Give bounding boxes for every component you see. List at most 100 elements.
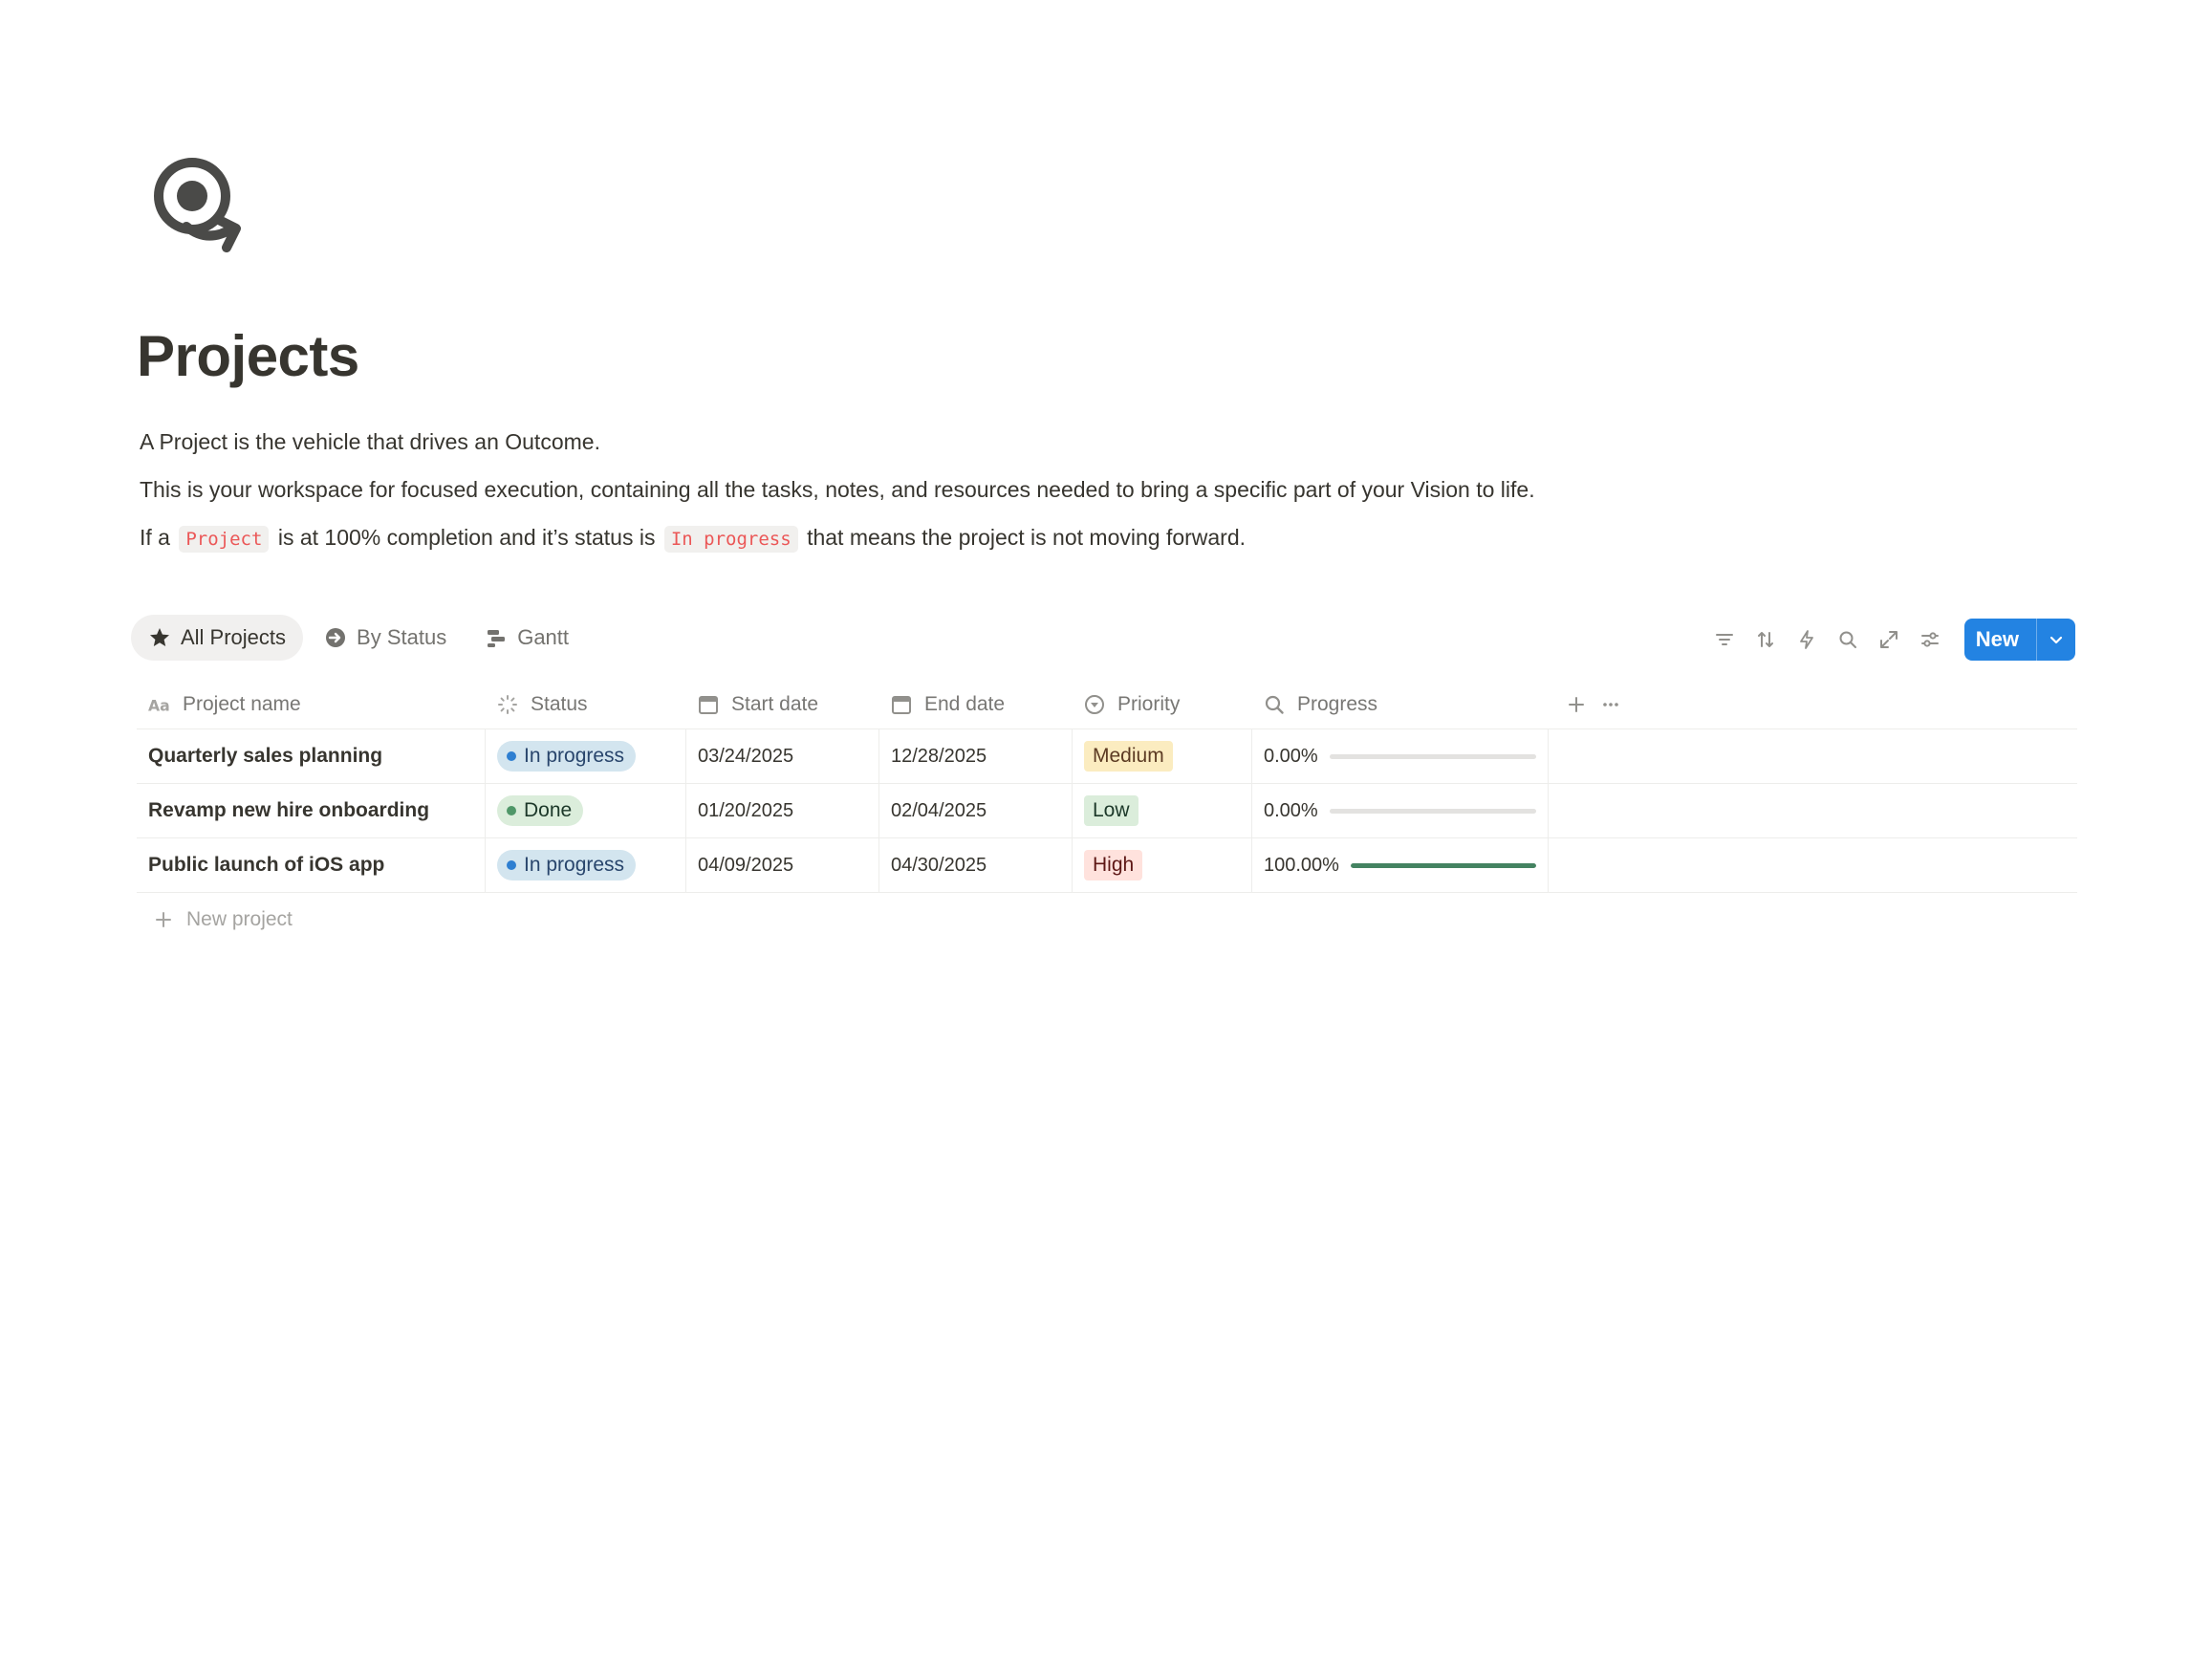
- column-label: Progress: [1297, 693, 1378, 715]
- end-date: 02/04/2025: [891, 799, 987, 821]
- new-button[interactable]: New: [1963, 619, 2075, 661]
- column-label: End date: [924, 693, 1006, 715]
- project-name-cell[interactable]: Revamp new hire onboarding: [137, 784, 485, 837]
- start-date: 03/24/2025: [698, 745, 794, 767]
- status-cell[interactable]: In progress: [485, 838, 685, 892]
- inline-code: Project: [179, 526, 270, 553]
- status-dot-icon: [507, 860, 516, 870]
- new-project-button[interactable]: New project: [137, 893, 2077, 946]
- page-description-line: If a Project is at 100% completion and i…: [140, 525, 1247, 553]
- page-title: Projects: [137, 324, 359, 388]
- new-project-label: New project: [186, 908, 293, 930]
- arrow-circle-icon: [324, 626, 347, 649]
- project-name[interactable]: Quarterly sales planning: [148, 745, 382, 768]
- column-header-priority[interactable]: Priority: [1072, 681, 1251, 728]
- progress-indicator: 0.00%: [1264, 746, 1548, 768]
- desc-text: that means the project is not moving for…: [807, 525, 1247, 550]
- progress-bar: [1350, 862, 1536, 868]
- table-body: Quarterly sales planning In progress 03/24…: [137, 729, 2077, 893]
- add-column-icon[interactable]: [1559, 687, 1594, 722]
- start-date-cell[interactable]: 01/20/2025: [685, 784, 878, 837]
- filter-icon[interactable]: [1707, 622, 1742, 657]
- svg-text:Aa: Aa: [148, 696, 170, 714]
- priority-cell[interactable]: High: [1072, 838, 1251, 892]
- tab-all-projects[interactable]: All Projects: [131, 615, 304, 661]
- star-icon: [148, 626, 171, 649]
- progress-bar-fill: [1350, 862, 1536, 868]
- empty-cell: [1548, 784, 2077, 837]
- progress-value: 0.00%: [1264, 745, 1318, 767]
- desc-text: is at 100% completion and it’s status is: [277, 525, 656, 550]
- tab-label: All Projects: [181, 625, 287, 649]
- new-button-label[interactable]: New: [1964, 619, 2036, 661]
- end-date-cell[interactable]: 12/28/2025: [878, 729, 1072, 783]
- column-label: Start date: [731, 693, 819, 715]
- status-dot-icon: [507, 806, 516, 815]
- start-date: 01/20/2025: [698, 799, 794, 821]
- status-label: In progress: [524, 745, 625, 767]
- empty-cell: [1548, 838, 2077, 892]
- project-name-cell[interactable]: Quarterly sales planning: [137, 729, 485, 783]
- column-header-project-name[interactable]: Aa Project name: [137, 681, 485, 728]
- start-date-cell[interactable]: 04/09/2025: [685, 838, 878, 892]
- calendar-icon: [890, 693, 913, 716]
- lightning-icon[interactable]: [1789, 622, 1824, 657]
- desc-text: If a: [140, 525, 170, 550]
- progress-cell: 0.00%: [1251, 729, 1548, 783]
- start-date-cell[interactable]: 03/24/2025: [685, 729, 878, 783]
- progress-indicator: 100.00%: [1264, 855, 1548, 877]
- page-description-line: A Project is the vehicle that drives an …: [140, 429, 600, 454]
- column-label: Priority: [1117, 693, 1181, 715]
- chevron-down-icon[interactable]: [2036, 619, 2075, 661]
- database-toolbar: New: [1701, 619, 2075, 661]
- progress-cell: 100.00%: [1251, 838, 1548, 892]
- expand-icon[interactable]: [1872, 622, 1906, 657]
- page-description-line: This is your workspace for focused execu…: [140, 477, 1535, 502]
- column-label: Project name: [183, 693, 301, 715]
- project-name[interactable]: Public launch of iOS app: [148, 854, 384, 877]
- end-date: 12/28/2025: [891, 745, 987, 767]
- status-badge: Done: [497, 795, 584, 826]
- table-row[interactable]: Quarterly sales planning In progress 03/24…: [137, 729, 2077, 784]
- column-header-progress[interactable]: Progress: [1251, 681, 1548, 728]
- column-header-end-date[interactable]: End date: [878, 681, 1072, 728]
- text-aa-icon: Aa: [148, 693, 171, 716]
- progress-bar: [1329, 753, 1536, 759]
- column-header-status[interactable]: Status: [485, 681, 685, 728]
- tab-by-status[interactable]: By Status: [307, 615, 464, 661]
- search-icon[interactable]: [1831, 622, 1865, 657]
- tab-label: Gantt: [517, 625, 570, 649]
- column-actions: [1548, 681, 2077, 728]
- priority-badge: Medium: [1084, 741, 1173, 772]
- table-header: Aa Project name Status Start date End da…: [137, 681, 2077, 729]
- sort-icon[interactable]: [1748, 622, 1783, 657]
- select-circle-icon: [1083, 693, 1106, 716]
- settings-icon[interactable]: [1913, 622, 1947, 657]
- priority-cell[interactable]: Medium: [1072, 729, 1251, 783]
- column-header-start-date[interactable]: Start date: [685, 681, 878, 728]
- tab-gantt[interactable]: Gantt: [467, 615, 586, 661]
- status-dot-icon: [507, 751, 516, 761]
- status-label: Done: [524, 799, 573, 821]
- table-row[interactable]: Public launch of iOS app In progress 04/09…: [137, 838, 2077, 893]
- progress-cell: 0.00%: [1251, 784, 1548, 837]
- column-label: Status: [531, 693, 588, 715]
- status-cell[interactable]: In progress: [485, 729, 685, 783]
- tab-label: By Status: [357, 625, 447, 649]
- priority-badge: Low: [1084, 795, 1139, 826]
- progress-value: 0.00%: [1264, 799, 1318, 821]
- end-date-cell[interactable]: 04/30/2025: [878, 838, 1072, 892]
- progress-bar: [1329, 808, 1536, 814]
- project-name-cell[interactable]: Public launch of iOS app: [137, 838, 485, 892]
- more-options-icon[interactable]: [1594, 687, 1628, 722]
- status-cell[interactable]: Done: [485, 784, 685, 837]
- end-date-cell[interactable]: 02/04/2025: [878, 784, 1072, 837]
- table-row[interactable]: Revamp new hire onboarding Done 01/20/2025…: [137, 784, 2077, 838]
- progress-value: 100.00%: [1264, 854, 1339, 876]
- projects-table: Aa Project name Status Start date End da…: [137, 681, 2077, 946]
- project-name[interactable]: Revamp new hire onboarding: [148, 799, 429, 822]
- status-badge: In progress: [497, 850, 637, 880]
- start-date: 04/09/2025: [698, 854, 794, 876]
- priority-cell[interactable]: Low: [1072, 784, 1251, 837]
- search-icon: [1263, 693, 1286, 716]
